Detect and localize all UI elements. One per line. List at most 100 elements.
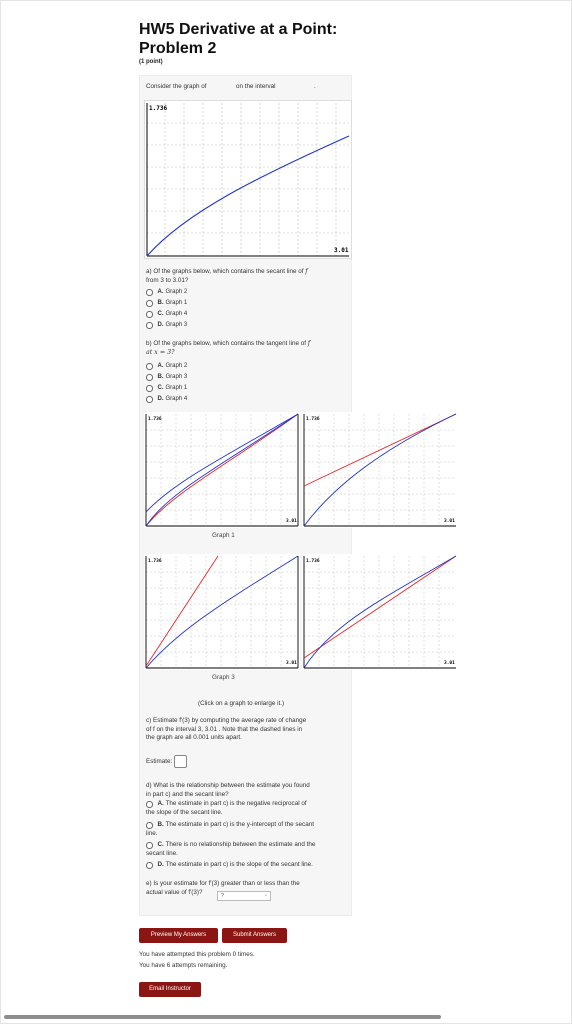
graph-3-red-line — [145, 555, 219, 667]
graph-4-x-label: 3.01 — [444, 660, 455, 666]
graph-3-label: Graph 3 — [212, 674, 235, 681]
part-b-option-b[interactable]: B. Graph 3 — [146, 374, 187, 381]
graph-3-x-label: 3.01 — [286, 660, 297, 666]
graph-2-x-label: 3.01 — [444, 518, 455, 524]
horizontal-scrollbar[interactable] — [4, 1015, 441, 1019]
main-curve — [146, 135, 350, 257]
graph-4-y-label: 1.736 — [306, 558, 320, 564]
option-letter: D. — [157, 322, 164, 329]
graph-4-curve — [303, 555, 457, 669]
part-e-line1: e) Is your estimate for f′(3) greater th… — [146, 880, 300, 887]
option-letter: A. — [157, 289, 164, 296]
graph-1-y-label: 1.736 — [148, 416, 162, 422]
submit-answers-button[interactable]: Submit Answers — [222, 928, 287, 943]
radio-icon[interactable] — [146, 289, 153, 296]
preview-answers-button[interactable]: Preview My Answers — [139, 928, 218, 943]
main-y-label: 1.736 — [149, 105, 167, 112]
attempts-remaining: You have 6 attempts remaining. — [139, 962, 228, 969]
intro-before: Consider the graph of — [146, 83, 207, 90]
estimate-label: Estimate: — [146, 758, 173, 765]
part-c-line3: the graph are all 0.001 units apart. — [146, 734, 242, 741]
option-label: Graph 3 — [165, 374, 188, 381]
radio-icon[interactable] — [146, 322, 153, 329]
title-line-1: HW5 Derivative at a Point: — [139, 21, 338, 38]
part-d-option-a[interactable]: A. The estimate in part c) is the negati… — [146, 800, 351, 817]
select-value: ? — [221, 893, 225, 899]
option-letter: C. — [157, 841, 164, 848]
graph-2[interactable]: 1.736 3.01 — [302, 412, 458, 528]
part-d-option-d[interactable]: D. The estimate in part c) is the slope … — [146, 861, 351, 870]
graph-4-red-line — [303, 555, 457, 659]
option-text: There is no relationship between the est… — [165, 841, 316, 848]
part-b-option-c[interactable]: C. Graph 1 — [146, 385, 187, 392]
option-letter: B. — [157, 300, 164, 307]
option-label: Graph 4 — [165, 396, 188, 403]
part-a-option-d[interactable]: D. Graph 3 — [146, 322, 187, 329]
graph-3[interactable]: 1.736 3.01 — [144, 554, 300, 670]
part-a-question: a) Of the graphs below, which contains t… — [146, 268, 346, 285]
intro-period: . — [314, 83, 316, 90]
graph-3-curve — [145, 555, 299, 669]
part-b-question: b) Of the graphs below, which contains t… — [146, 340, 346, 357]
problem-body: Consider the graph of on the interval . … — [139, 75, 458, 916]
radio-icon[interactable] — [146, 363, 153, 370]
option-text: The estimate in part c) is the y-interce… — [165, 821, 314, 828]
radio-icon[interactable] — [146, 822, 153, 829]
radio-icon[interactable] — [146, 374, 153, 381]
part-c-line1: c) Estimate f′(3) by computing the avera… — [146, 717, 307, 724]
estimate-input[interactable] — [174, 755, 188, 768]
points-label: (1 point) — [139, 59, 163, 65]
intro-text: Consider the graph of — [146, 83, 207, 92]
radio-icon[interactable] — [146, 801, 153, 808]
part-d-line1: d) What is the relationship between the … — [146, 782, 310, 789]
part-e-select[interactable]: ? ◦ — [217, 891, 271, 901]
radio-icon[interactable] — [146, 385, 153, 392]
option-text-2: secant line. — [146, 849, 178, 857]
part-a-option-c[interactable]: C. Graph 4 — [146, 311, 187, 318]
option-text: The estimate in part c) is the slope of … — [165, 861, 313, 868]
part-b-prefix: b) Of the graphs below, which contains t… — [146, 340, 306, 347]
part-b-option-a[interactable]: A. Graph 2 — [146, 363, 187, 370]
radio-icon[interactable] — [146, 300, 153, 307]
part-c-line2: of f on the interval 3, 3.01 . Note that… — [146, 725, 303, 733]
attempts-status: You have attempted this problem 0 times. — [139, 951, 255, 958]
option-label: Graph 1 — [165, 300, 188, 307]
graph-3-y-label: 1.736 — [148, 558, 162, 564]
enlarge-hint: (Click on a graph to enlarge it.) — [198, 700, 285, 707]
option-label: Graph 2 — [165, 363, 188, 370]
email-instructor-button[interactable]: Email Instructor — [139, 982, 201, 997]
graph-2-y-label: 1.736 — [306, 416, 320, 422]
radio-icon[interactable] — [146, 842, 153, 849]
graph-2-curve — [303, 413, 457, 527]
option-label: Graph 4 — [165, 311, 188, 318]
graph-2-red-line — [303, 413, 457, 487]
option-letter: D. — [157, 861, 164, 868]
part-d-option-b[interactable]: B. The estimate in part c) is the y-inte… — [146, 821, 351, 838]
option-letter: B. — [157, 374, 164, 381]
radio-icon[interactable] — [146, 311, 153, 318]
intro-after: on the interval — [236, 83, 276, 90]
part-d-question: d) What is the relationship between the … — [146, 782, 351, 799]
main-graph[interactable]: 1.736 3.01 — [144, 100, 352, 259]
part-d-option-c[interactable]: C. There is no relationship between the … — [146, 841, 351, 858]
option-letter: A. — [157, 363, 164, 370]
option-label: Graph 1 — [165, 385, 188, 392]
intro-interval: on the interval — [236, 83, 276, 92]
graph-1-x-label: 3.01 — [286, 518, 297, 524]
estimate-row: Estimate: — [146, 755, 188, 768]
part-a-option-b[interactable]: B. Graph 1 — [146, 300, 187, 307]
part-b-func: f — [307, 340, 311, 347]
graph-1-red-line — [145, 413, 299, 527]
part-b-option-d[interactable]: D. Graph 4 — [146, 396, 187, 403]
graph-4[interactable]: 1.736 3.01 — [302, 554, 458, 670]
option-letter: B. — [157, 821, 164, 828]
chevron-down-icon: ◦ — [264, 893, 267, 899]
option-letter: D. — [157, 396, 164, 403]
part-a-option-a[interactable]: A. Graph 2 — [146, 289, 187, 296]
page-title: HW5 Derivative at a Point: Problem 2 — [139, 20, 439, 58]
radio-icon[interactable] — [146, 396, 153, 403]
graph-1[interactable]: 1.736 3.01 — [144, 412, 300, 528]
part-a-prefix: a) Of the graphs below, which contains t… — [146, 268, 304, 275]
radio-icon[interactable] — [146, 862, 153, 869]
part-b-line2: at x = 3? — [146, 348, 175, 356]
